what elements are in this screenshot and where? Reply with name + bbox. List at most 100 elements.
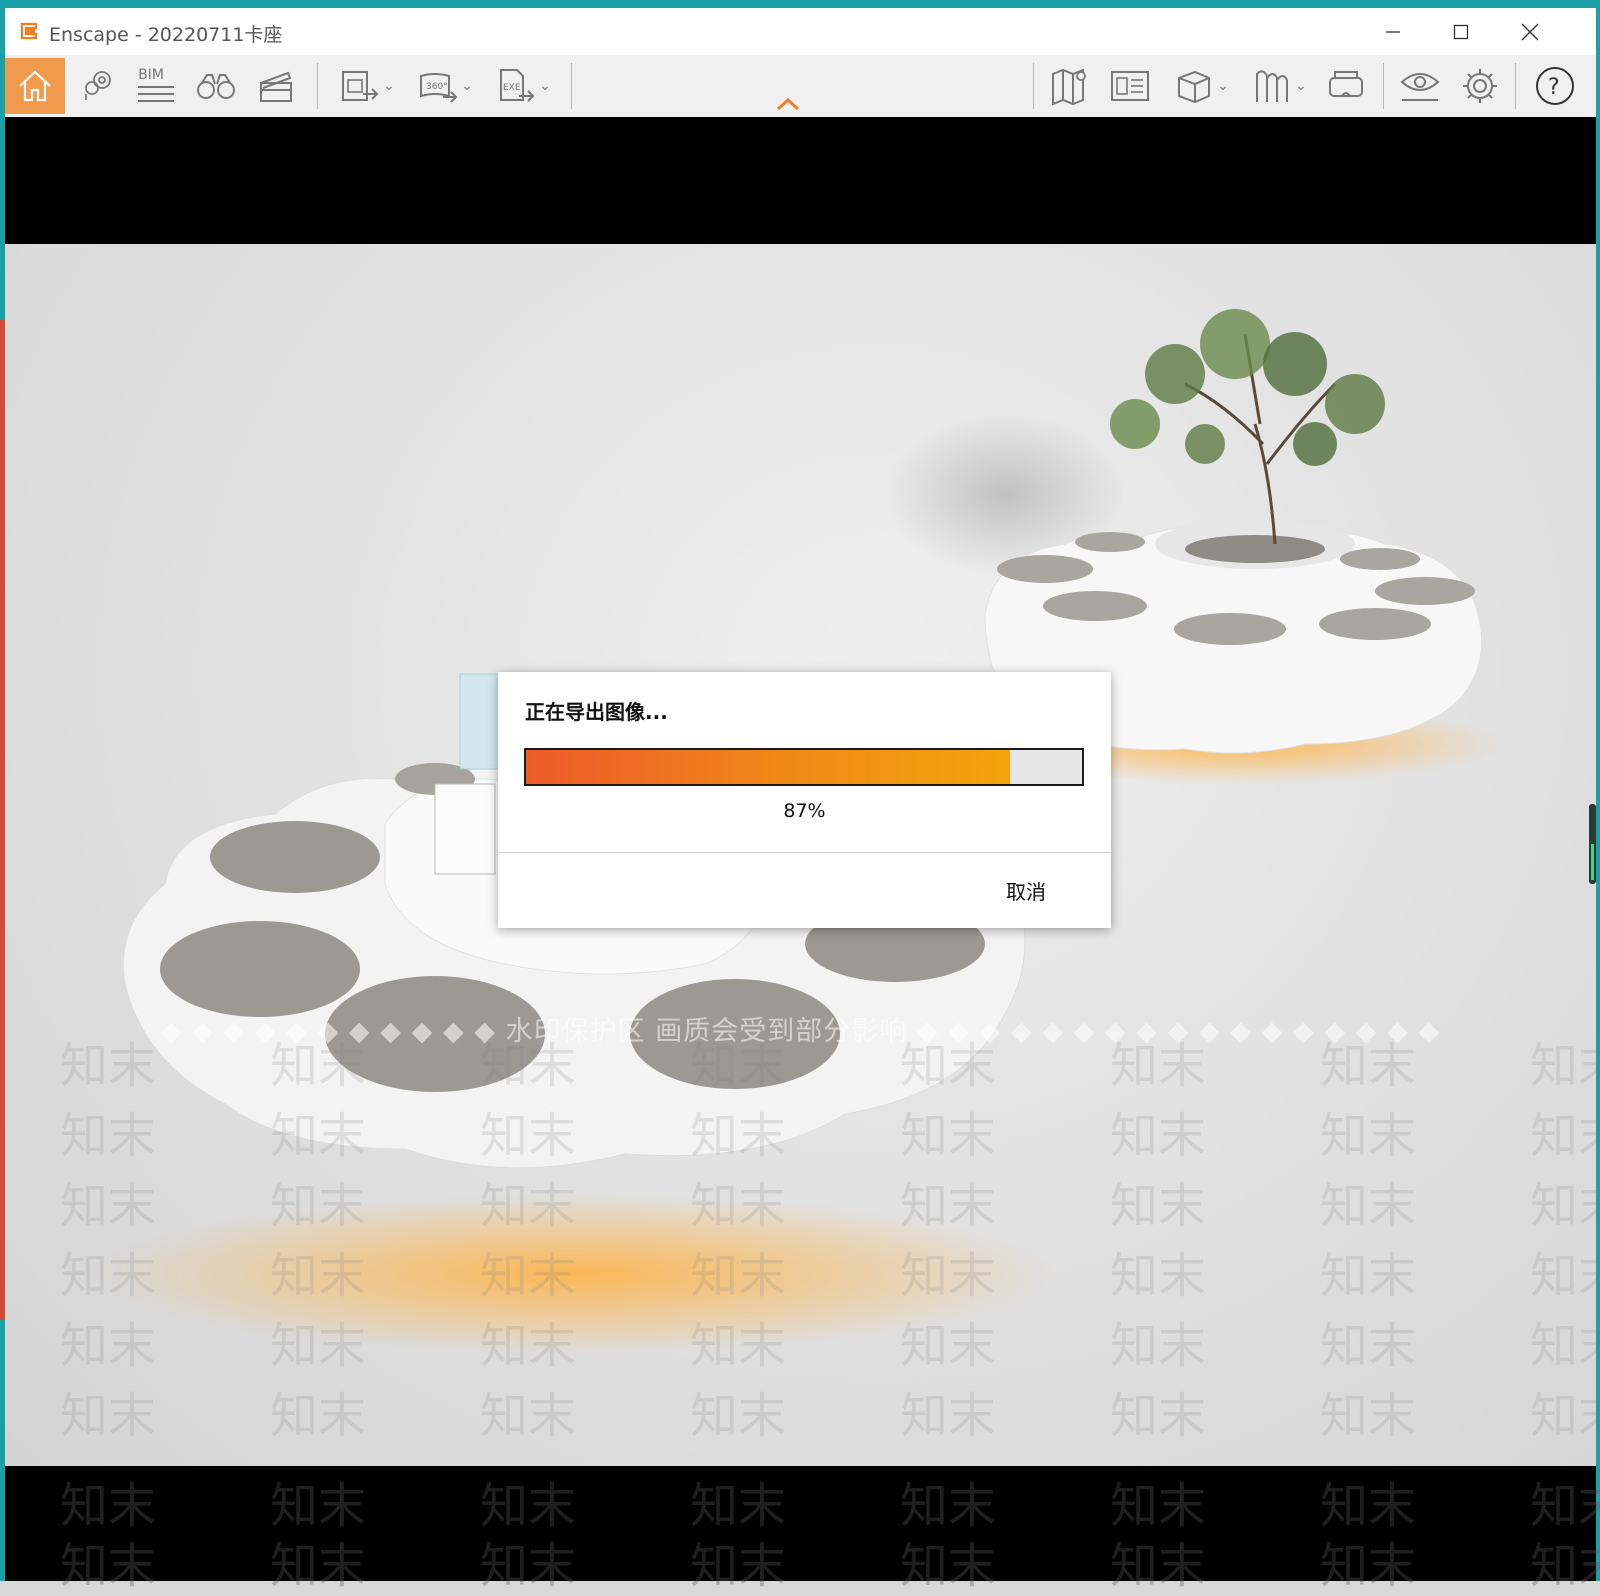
chevron-up-icon[interactable]	[775, 95, 801, 113]
watermark-text: 知末	[60, 1248, 157, 1304]
vr-headset-button[interactable]	[1321, 58, 1371, 114]
clapperboard-icon	[260, 71, 292, 102]
minimize-icon	[1386, 31, 1400, 33]
export-360-icon: 360°	[420, 73, 458, 103]
asset-library-button[interactable]: ⌄	[1243, 58, 1315, 114]
watermark-text: 知末	[1320, 1248, 1417, 1304]
chevron-down-icon[interactable]: ⌄	[1295, 78, 1307, 94]
watermark-text: 知末	[690, 1318, 787, 1374]
desktop-background	[0, 0, 1600, 8]
map-pin-icon	[85, 71, 111, 100]
watermark-text: 知末	[690, 1108, 787, 1164]
viewport-letterbox-bottom: 知末 知末 知末 知末 知末 知末 知末 知末 知末 知末 知末 知末 知末 知…	[5, 1466, 1600, 1594]
cancel-button[interactable]: 取消	[991, 877, 1061, 907]
watermark-text: 知末	[900, 1038, 997, 1094]
chevron-down-icon[interactable]: ⌄	[1217, 78, 1229, 94]
home-button[interactable]	[5, 58, 65, 114]
gear-icon	[1463, 69, 1497, 103]
export-exe-icon: EXE	[500, 69, 535, 102]
watermark-text: 知末	[1110, 1248, 1207, 1304]
label-exe: EXE	[503, 83, 521, 93]
watermark-text: 知末	[480, 1108, 577, 1164]
watermark-text: 知末	[1320, 1038, 1417, 1094]
watermark-text: 知末	[690, 1248, 787, 1304]
window-title: Enscape - 20220711卡座	[49, 24, 283, 46]
watermark-text: 知末	[480, 1318, 577, 1374]
map-button[interactable]	[1045, 58, 1095, 114]
settings-button[interactable]	[1455, 58, 1505, 114]
visual-settings-button[interactable]	[1395, 58, 1445, 114]
handle-grip	[1591, 844, 1594, 880]
home-icon	[19, 70, 51, 102]
minimize-button[interactable]	[1365, 14, 1421, 50]
watermark-text: 知末	[690, 1178, 787, 1234]
watermark-text: 知末	[900, 1108, 997, 1164]
viewport-letterbox-top	[5, 117, 1596, 244]
watermark-text: 知末	[1110, 1538, 1207, 1594]
watermark-text: 知末	[1530, 1388, 1596, 1444]
toolbar-separator	[1033, 63, 1034, 109]
enscape-window: Enscape - 20220711卡座 BIM ⌄ 360° ⌄ EXE ⌄ …	[5, 8, 1600, 1594]
progress-percent: 87%	[783, 800, 826, 822]
desktop-edge-right	[1596, 8, 1600, 1581]
help-label: ?	[1548, 75, 1560, 100]
chevron-down-icon[interactable]: ⌄	[539, 78, 551, 94]
watermark-text: 知末	[1320, 1318, 1417, 1374]
watermark-text: 知末	[270, 1388, 367, 1444]
watermark-text: 知末	[1530, 1038, 1596, 1094]
close-button[interactable]	[1502, 14, 1558, 50]
watermark-text: 知末	[1530, 1318, 1596, 1374]
enscape-logo-icon	[20, 22, 38, 40]
cube-icon	[1178, 70, 1211, 104]
watermark-text: 知末	[690, 1388, 787, 1444]
title-bar: Enscape - 20220711卡座	[5, 8, 1596, 55]
watermark-text: 知末	[270, 1108, 367, 1164]
side-panel-handle[interactable]	[1589, 804, 1596, 884]
export-exe-button[interactable]: EXE ⌄	[487, 58, 559, 114]
watermark-text: 知末	[900, 1538, 997, 1594]
export-image-button[interactable]: ⌄	[331, 58, 403, 114]
toolbar-separator	[571, 63, 572, 109]
watermark-text: 知末	[480, 1038, 577, 1094]
toolbar-separator	[1383, 63, 1384, 109]
export-360-button[interactable]: 360° ⌄	[409, 58, 481, 114]
watermark-text: 知末	[900, 1318, 997, 1374]
watermark-text: 知末	[1110, 1388, 1207, 1444]
help-button[interactable]: ?	[1527, 58, 1583, 114]
panel-view-button[interactable]	[1105, 58, 1155, 114]
eye-icon	[1400, 73, 1440, 101]
watermark-text: 知末	[60, 1108, 157, 1164]
views-button[interactable]	[73, 58, 119, 114]
material-button[interactable]: ⌄	[1165, 58, 1237, 114]
watermark-text: 知末	[1530, 1178, 1596, 1234]
chevron-down-icon[interactable]: ⌄	[461, 78, 473, 94]
progress-bar	[524, 748, 1084, 786]
watermark-text: 知末	[1320, 1108, 1417, 1164]
watermark-text: 知末	[270, 1318, 367, 1374]
watermark-text: 知末	[480, 1248, 577, 1304]
watermark-text: 知末	[1110, 1178, 1207, 1234]
watermark-text: 知末	[900, 1388, 997, 1444]
watermark-text: 知末	[1110, 1318, 1207, 1374]
binoculars-button[interactable]	[193, 58, 239, 114]
bim-button[interactable]: BIM	[133, 58, 179, 114]
main-toolbar: BIM ⌄ 360° ⌄ EXE ⌄ ⌄ ⌄ ?	[5, 55, 1596, 117]
watermark-text: 知末	[900, 1248, 997, 1304]
maximize-button[interactable]	[1433, 14, 1489, 50]
help-icon: ?	[1536, 67, 1574, 105]
dialog-title: 正在导出图像...	[525, 700, 668, 724]
watermark-text: 知末	[1320, 1178, 1417, 1234]
watermark-text: 知末	[1320, 1388, 1417, 1444]
video-editor-button[interactable]	[253, 58, 299, 114]
bim-label: BIM	[138, 67, 164, 83]
watermark-text: 知末	[480, 1178, 577, 1234]
map-icon	[1052, 68, 1086, 106]
watermark-text: 知末	[60, 1538, 157, 1594]
chevron-down-icon[interactable]: ⌄	[383, 78, 395, 94]
toolbar-separator	[317, 63, 318, 109]
dialog-divider	[498, 852, 1111, 853]
toolbar-separator	[1515, 63, 1516, 109]
export-image-icon	[342, 71, 379, 101]
watermark-text: 知末	[270, 1178, 367, 1234]
watermark-text: 知末	[270, 1248, 367, 1304]
